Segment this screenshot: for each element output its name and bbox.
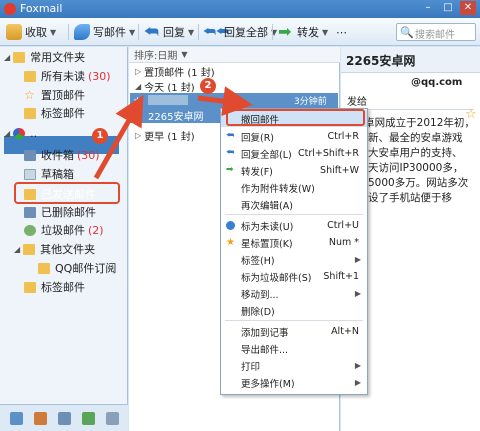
annotation-arrows <box>93 86 253 180</box>
step2-badge: 2 <box>200 78 216 94</box>
step1-badge: 1 <box>92 128 108 144</box>
step2-arrow <box>197 86 253 117</box>
